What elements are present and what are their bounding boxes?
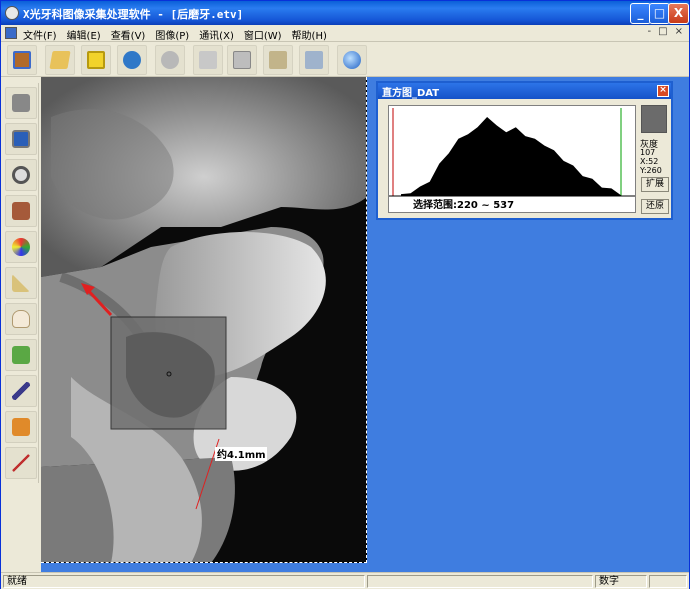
back-circle-icon: [123, 51, 141, 69]
toolbar-button-copy[interactable]: [227, 45, 257, 75]
minimize-button[interactable]: _: [630, 3, 651, 24]
menu-comm[interactable]: 通讯(X): [199, 27, 234, 42]
document-icon[interactable]: [5, 27, 17, 39]
tool-camera[interactable]: [5, 87, 37, 119]
toolbar: [1, 43, 689, 77]
status-empty-2: [649, 575, 687, 588]
app-window: X光牙科图像采集处理软件 - [后磨牙.etv] _ □ X 文件(F) 编辑(…: [0, 0, 690, 589]
mdi-minimize-button[interactable]: -: [648, 26, 652, 37]
toolbar-button-open[interactable]: [45, 45, 75, 75]
menu-bar: 文件(F) 编辑(E) 查看(V) 图像(P) 通讯(X) 窗口(W) 帮助(H…: [1, 25, 689, 42]
toolbar-button-paste[interactable]: [263, 45, 293, 75]
menu-view[interactable]: 查看(V): [111, 27, 146, 42]
maximize-button[interactable]: □: [649, 3, 670, 24]
title-bar[interactable]: X光牙科图像采集处理软件 - [后磨牙.etv] _ □ X: [1, 1, 689, 25]
menu-edit[interactable]: 编辑(E): [67, 27, 101, 42]
close-button[interactable]: X: [668, 3, 689, 24]
pen-icon: [12, 382, 30, 400]
texture-icon: [12, 202, 30, 220]
gray-swatch: [641, 105, 667, 133]
histogram-sidepanel: 灰度 107 X:52 Y:260 扩展 还原: [640, 105, 670, 215]
tools-icon: [12, 418, 30, 436]
menu-file[interactable]: 文件(F): [23, 27, 57, 42]
save-disk-icon: [87, 51, 105, 69]
magnifier-icon: [12, 166, 30, 184]
menu-window[interactable]: 窗口(W): [244, 27, 282, 42]
toolbar-button-save[interactable]: [81, 45, 111, 75]
scissors-icon: [199, 51, 217, 69]
menu-image[interactable]: 图像(P): [155, 27, 189, 42]
forward-circle-icon: [161, 51, 179, 69]
restore-button[interactable]: 还原: [641, 199, 669, 214]
histogram-range-label: 选择范围:220 ~ 537: [413, 198, 514, 211]
window-title: X光牙科图像采集处理软件 - [后磨牙.etv]: [23, 8, 244, 21]
globe-icon: [343, 51, 361, 69]
histogram-title-bar[interactable]: 直方图_DAT ×: [378, 83, 671, 99]
expand-button[interactable]: 扩展: [641, 177, 669, 192]
status-empty: [367, 575, 593, 588]
palette-icon: [12, 238, 30, 256]
monitor-icon: [12, 130, 30, 148]
toolbar-button-web[interactable]: [337, 45, 367, 75]
open-folder-icon: [49, 51, 71, 69]
tool-angle[interactable]: [5, 267, 37, 299]
status-ready: 就绪: [3, 575, 365, 588]
x-readout: X:52: [640, 157, 659, 166]
measurement-label: 约4.1mm: [217, 448, 266, 461]
histogram-chart: 选择范围:220 ~ 537: [389, 108, 635, 211]
tool-monitor[interactable]: [5, 123, 37, 155]
toolbar-button-book[interactable]: [7, 45, 37, 75]
histogram-plot[interactable]: 选择范围:220 ~ 537: [388, 105, 636, 213]
histogram-close-button[interactable]: ×: [657, 85, 669, 97]
toolbar-button-back[interactable]: [117, 45, 147, 75]
toolbar-button-cut[interactable]: [193, 45, 223, 75]
xray-image: 约4.1mm: [41, 77, 366, 562]
mdi-restore-button[interactable]: □: [658, 26, 667, 37]
histogram-area: [401, 117, 621, 196]
status-bar: 就绪 数字: [1, 572, 689, 589]
tool-measure[interactable]: [5, 447, 37, 479]
tool-palette: [3, 83, 39, 483]
mdi-workspace: 约4.1mm 直方图_DAT × 选择范围:220 ~ 537 灰度 107 X…: [41, 77, 689, 572]
app-icon[interactable]: [5, 6, 19, 20]
tooth-icon: [12, 310, 30, 328]
xray-image-view[interactable]: 约4.1mm: [41, 77, 367, 563]
tool-brush[interactable]: [5, 339, 37, 371]
tool-kit[interactable]: [5, 411, 37, 443]
brush-icon: [12, 346, 30, 364]
toolbar-button-forward[interactable]: [155, 45, 185, 75]
measure-line-icon: [12, 454, 30, 472]
mdi-close-button[interactable]: ×: [675, 26, 683, 37]
histogram-title: 直方图_DAT: [382, 88, 440, 99]
histogram-window[interactable]: 直方图_DAT × 选择范围:220 ~ 537 灰度 107 X:52 Y:2…: [376, 81, 673, 220]
y-readout: Y:260: [640, 166, 662, 175]
tool-color[interactable]: [5, 231, 37, 263]
copy-icon: [233, 51, 251, 69]
tool-zoom[interactable]: [5, 159, 37, 191]
book-icon: [13, 51, 31, 69]
status-mode: 数字: [595, 575, 647, 588]
tool-texture[interactable]: [5, 195, 37, 227]
printer-icon: [305, 51, 323, 69]
camera-icon: [12, 94, 30, 112]
tool-pen[interactable]: [5, 375, 37, 407]
menu-help[interactable]: 帮助(H): [292, 27, 327, 42]
ruler-triangle-icon: [12, 274, 30, 292]
tool-tooth[interactable]: [5, 303, 37, 335]
gray-value: 107: [640, 148, 656, 157]
paste-icon: [269, 51, 287, 69]
toolbar-button-print[interactable]: [299, 45, 329, 75]
